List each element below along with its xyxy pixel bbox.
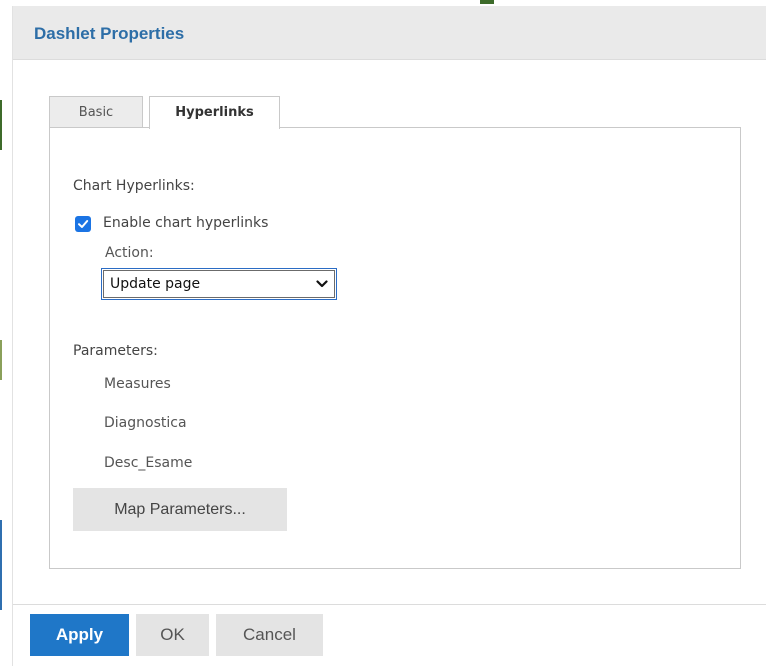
parameter-item: Diagnostica	[104, 415, 187, 431]
ok-button[interactable]: OK	[136, 614, 209, 656]
tab-basic[interactable]: Basic	[49, 96, 143, 127]
background-page-edge	[480, 0, 494, 4]
action-label: Action:	[105, 245, 154, 261]
checkmark-icon	[78, 220, 89, 228]
tab-hyperlinks[interactable]: Hyperlinks	[149, 96, 280, 129]
background-page-edge	[0, 340, 2, 380]
map-parameters-button[interactable]: Map Parameters...	[73, 488, 287, 531]
chevron-down-icon	[316, 280, 328, 288]
dashlet-properties-dialog: Dashlet Properties Basic Hyperlinks Char…	[12, 6, 766, 666]
background-page-edge	[0, 100, 2, 150]
dialog-title: Dashlet Properties	[34, 24, 185, 43]
cancel-button[interactable]: Cancel	[216, 614, 323, 656]
dialog-header: Dashlet Properties	[13, 6, 766, 60]
enable-chart-hyperlinks-checkbox[interactable]	[75, 216, 91, 232]
action-select[interactable]: Update page	[101, 268, 337, 300]
action-select-value: Update page	[110, 276, 201, 292]
parameters-label: Parameters:	[73, 343, 158, 359]
parameter-item: Measures	[104, 376, 171, 392]
footer-divider	[13, 604, 766, 605]
chart-hyperlinks-label: Chart Hyperlinks:	[73, 178, 195, 194]
apply-button[interactable]: Apply	[30, 614, 129, 656]
parameter-item: Desc_Esame	[104, 455, 193, 471]
enable-chart-hyperlinks-label[interactable]: Enable chart hyperlinks	[103, 215, 268, 231]
background-page-edge	[0, 520, 2, 610]
